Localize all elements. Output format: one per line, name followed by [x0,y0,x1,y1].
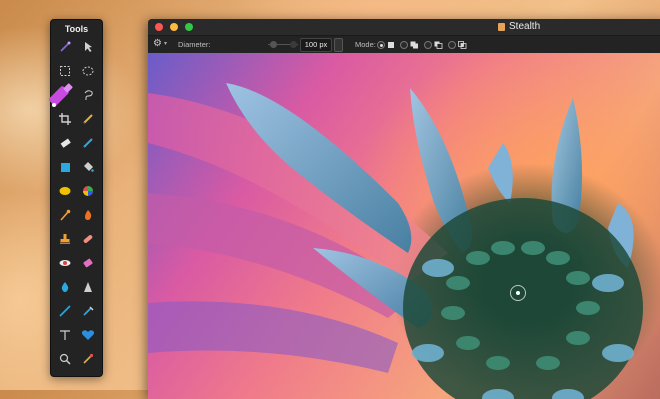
clone-stamp-icon[interactable] [56,230,74,248]
sharpen-icon[interactable] [79,278,97,296]
gear-icon[interactable]: ⚙ [153,39,162,49]
smudge-icon[interactable] [56,206,74,224]
color-wheel-icon[interactable] [79,182,97,200]
chevron-down-icon[interactable]: ▾ [164,40,167,47]
bandage-icon[interactable] [79,230,97,248]
mode-subtract-selection-icon [434,41,443,49]
line-icon[interactable] [56,302,74,320]
mode-label: Mode: [355,40,376,49]
text-tool-icon[interactable] [56,326,74,344]
brush-cursor-center [516,291,520,295]
close-button[interactable] [155,23,163,31]
blur-drop-icon[interactable] [56,278,74,296]
rectangle-shape-icon[interactable] [56,158,74,176]
heart-shape-icon[interactable] [79,326,97,344]
lasso-icon[interactable] [79,86,97,104]
sponge-icon[interactable] [79,254,97,272]
red-eye-icon[interactable] [56,254,74,272]
diameter-input[interactable]: 100 px [300,38,332,52]
title-bar[interactable]: Stealth [148,19,660,35]
mode-radio-subtract[interactable] [424,41,432,49]
pencil-icon[interactable] [79,134,97,152]
flower-image [148,83,643,399]
gradient-icon[interactable] [56,182,74,200]
magic-wand-icon[interactable] [56,38,74,56]
mode-add-selection-icon [410,41,418,49]
diameter-label: Diameter: [178,40,211,49]
editor-window: Stealth ⚙ ▾ Diameter: 100 px Mode: [148,19,660,399]
mode-intersect-selection-icon [458,41,467,49]
mode-radio-add[interactable] [400,41,408,49]
document-icon [498,23,505,31]
image-canvas[interactable] [148,53,660,399]
mode-radio-intersect[interactable] [448,41,456,49]
zoom-icon[interactable] [56,350,74,368]
mode-radio-new[interactable] [377,41,385,49]
brush-icon[interactable] [49,82,77,110]
tools-panel-title: Tools [64,24,89,34]
maximize-button[interactable] [185,23,193,31]
tools-palette: Tools [49,19,103,377]
ellipse-select-icon[interactable] [79,62,97,80]
move-arrow-icon[interactable] [79,38,97,56]
tool-options-bar: ⚙ ▾ Diameter: 100 px Mode: [148,35,660,54]
burn-icon[interactable] [79,206,97,224]
eraser-icon[interactable] [56,134,74,152]
paint-bucket-icon[interactable] [79,158,97,176]
minimize-button[interactable] [170,23,178,31]
diameter-stepper[interactable] [334,38,343,52]
eyedropper-icon[interactable] [79,350,97,368]
mode-new-selection-icon [388,42,394,48]
pen-icon[interactable] [79,110,97,128]
diameter-slider-knob[interactable] [290,41,297,48]
diameter-slider-min-icon [270,41,277,48]
window-title: Stealth [509,21,541,32]
crop-icon[interactable] [56,110,74,128]
vector-pen-icon[interactable] [79,302,97,320]
rect-select-icon[interactable] [56,62,74,80]
